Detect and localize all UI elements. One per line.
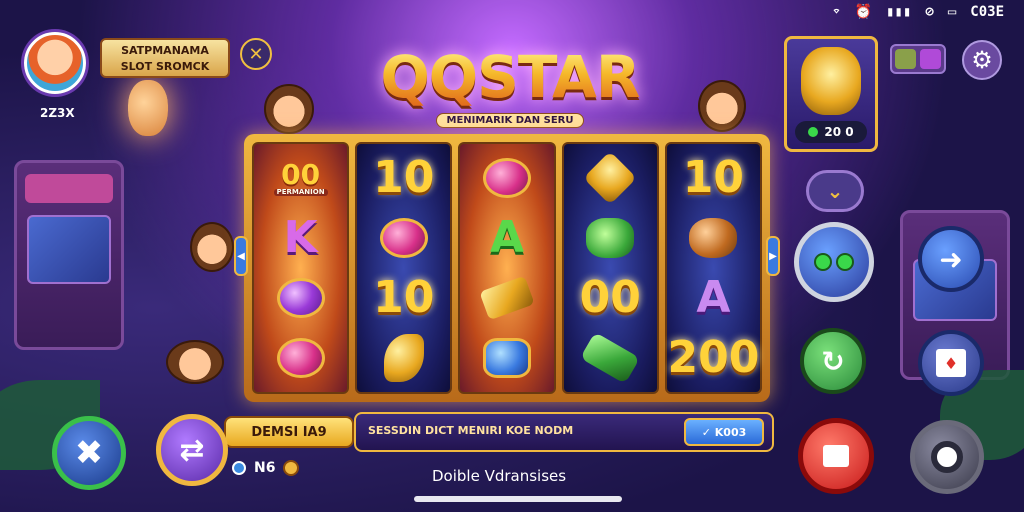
reel-5: 10 A 200 [664, 142, 763, 394]
player-avatar[interactable] [24, 32, 86, 94]
gold-gem-icon [572, 151, 648, 205]
gold-crescent-gem-icon [366, 331, 442, 385]
bet-label[interactable]: DEMSI IA9 [224, 416, 354, 448]
green-gem-icon [572, 211, 648, 265]
bonus-symbol-caption: PERMANION [273, 188, 328, 196]
gem-shape [483, 338, 531, 378]
prize-amount: 20 0 [795, 121, 867, 143]
wifi-icon: ⌔ [832, 4, 841, 20]
symbol-num: 200 [667, 332, 760, 383]
status-bar: ⌔ ⏰ ▮▮▮ ⊘ ▭ C03E [832, 4, 1004, 20]
blue-gem-icon [469, 331, 545, 385]
pink-gem-icon [263, 331, 339, 385]
symbol-num: 00 [579, 272, 641, 323]
bet-amount: N6 [232, 460, 300, 476]
signal-icon: ▮▮▮ [886, 4, 912, 20]
auto-play-button[interactable] [794, 222, 874, 302]
bonus-symbol: 00 PERMANION [263, 151, 339, 205]
next-arrow-button[interactable]: ➜ [918, 226, 984, 292]
logo-subtitle: MENIMARIK DAN SERU [435, 113, 585, 128]
gem-shape [583, 151, 638, 205]
reel-4: 00 [561, 142, 659, 394]
gem-shape [276, 338, 325, 378]
alarm-icon: ⏰ [854, 4, 873, 20]
mute-icon: ⊘ [925, 4, 934, 20]
stop-button[interactable] [798, 418, 874, 494]
close-icon[interactable]: ✕ [240, 38, 272, 70]
gold-bar-gem-icon [469, 271, 545, 325]
mini-icons-panel[interactable] [890, 44, 946, 74]
card-button[interactable]: ♦ [918, 330, 984, 396]
reel-left-arrow[interactable]: ◀ [234, 236, 248, 276]
pink-gem-icon [366, 211, 442, 265]
settings-gear-icon[interactable]: ⚙ [962, 40, 1002, 80]
reel-1: 00 PERMANION K [252, 142, 350, 394]
gift-icon[interactable] [895, 49, 916, 69]
character-left-bottom [166, 340, 224, 384]
pink-gem-icon [469, 151, 545, 205]
prize-card[interactable]: 20 0 [784, 36, 878, 152]
coin-icon [808, 127, 819, 137]
gem-shape [689, 218, 738, 258]
gem-icon[interactable] [920, 49, 941, 69]
stop-icon [823, 445, 849, 467]
symbol-num: 10 [373, 272, 435, 323]
gem-shape [479, 275, 535, 321]
lantern-decoration [128, 80, 168, 136]
reel-right-arrow[interactable]: ▶ [766, 236, 780, 276]
refresh-button[interactable]: ↻ [800, 328, 866, 394]
slot-machine: 00 PERMANION K 10 10 A 00 10 A 200 [244, 134, 770, 402]
message-bar: SESSDIN DICT MENIRI KOE NODM ✓ K003 [354, 412, 774, 452]
home-indicator[interactable] [414, 496, 622, 502]
arcade-sign [25, 174, 113, 204]
bet-amount-text: N6 [254, 460, 276, 476]
gem-shape [379, 218, 428, 258]
purple-gem-icon [263, 271, 339, 325]
symbol-num: 10 [373, 152, 435, 203]
card-icon: ♦ [936, 349, 966, 377]
message-action-button[interactable]: ✓ K003 [684, 418, 764, 446]
symbol-letter-a2: A [696, 272, 731, 323]
character-top-left [264, 84, 314, 134]
bronze-gem-icon [675, 211, 751, 265]
battery-text: C03E [970, 4, 1004, 20]
arcade-screen [27, 214, 111, 285]
coin-icon [283, 460, 300, 476]
reel-2: 10 10 [355, 142, 453, 394]
swap-button[interactable]: ⇄ [156, 414, 228, 486]
chip-icon [232, 461, 246, 475]
gem-shape [580, 332, 641, 384]
reel-3: A [458, 142, 556, 394]
prize-amount-text: 20 0 [824, 125, 854, 139]
green-bar-gem-icon [572, 331, 648, 385]
character-left-middle [190, 222, 234, 272]
symbol-letter-a: A [489, 212, 525, 263]
message-text: SESSDIN DICT MENIRI KOE NODM [368, 424, 574, 437]
gem-shape [383, 334, 424, 382]
background-arcade-left [14, 160, 124, 350]
bonus-symbol-text: 00 [281, 157, 321, 191]
reels-container: 00 PERMANION K 10 10 A 00 10 A 200 [252, 142, 763, 394]
screen-icon: ▭ [947, 4, 957, 20]
target-button[interactable] [910, 420, 984, 494]
player-name-banner: SATPMANAMA SLOT SROMCK [100, 38, 230, 78]
footer-label: Doible Vdransises [432, 467, 567, 485]
close-button[interactable]: ✖ [52, 416, 126, 490]
character-top-right [698, 80, 746, 132]
chevron-down-button[interactable]: ⌄ [806, 170, 864, 212]
symbol-num: 10 [682, 152, 745, 203]
golden-mask-icon [801, 47, 861, 115]
player-id: 2Z3X [40, 106, 75, 120]
auto-play-icon [814, 253, 854, 271]
logo-title: QQSTAR [365, 46, 655, 108]
target-icon [931, 441, 963, 473]
symbol-letter-k: K [283, 212, 318, 263]
gem-shape [276, 278, 325, 318]
gem-shape [483, 158, 531, 198]
gem-shape [586, 218, 635, 258]
game-logo: QQSTAR MENIMARIK DAN SERU [365, 46, 655, 128]
